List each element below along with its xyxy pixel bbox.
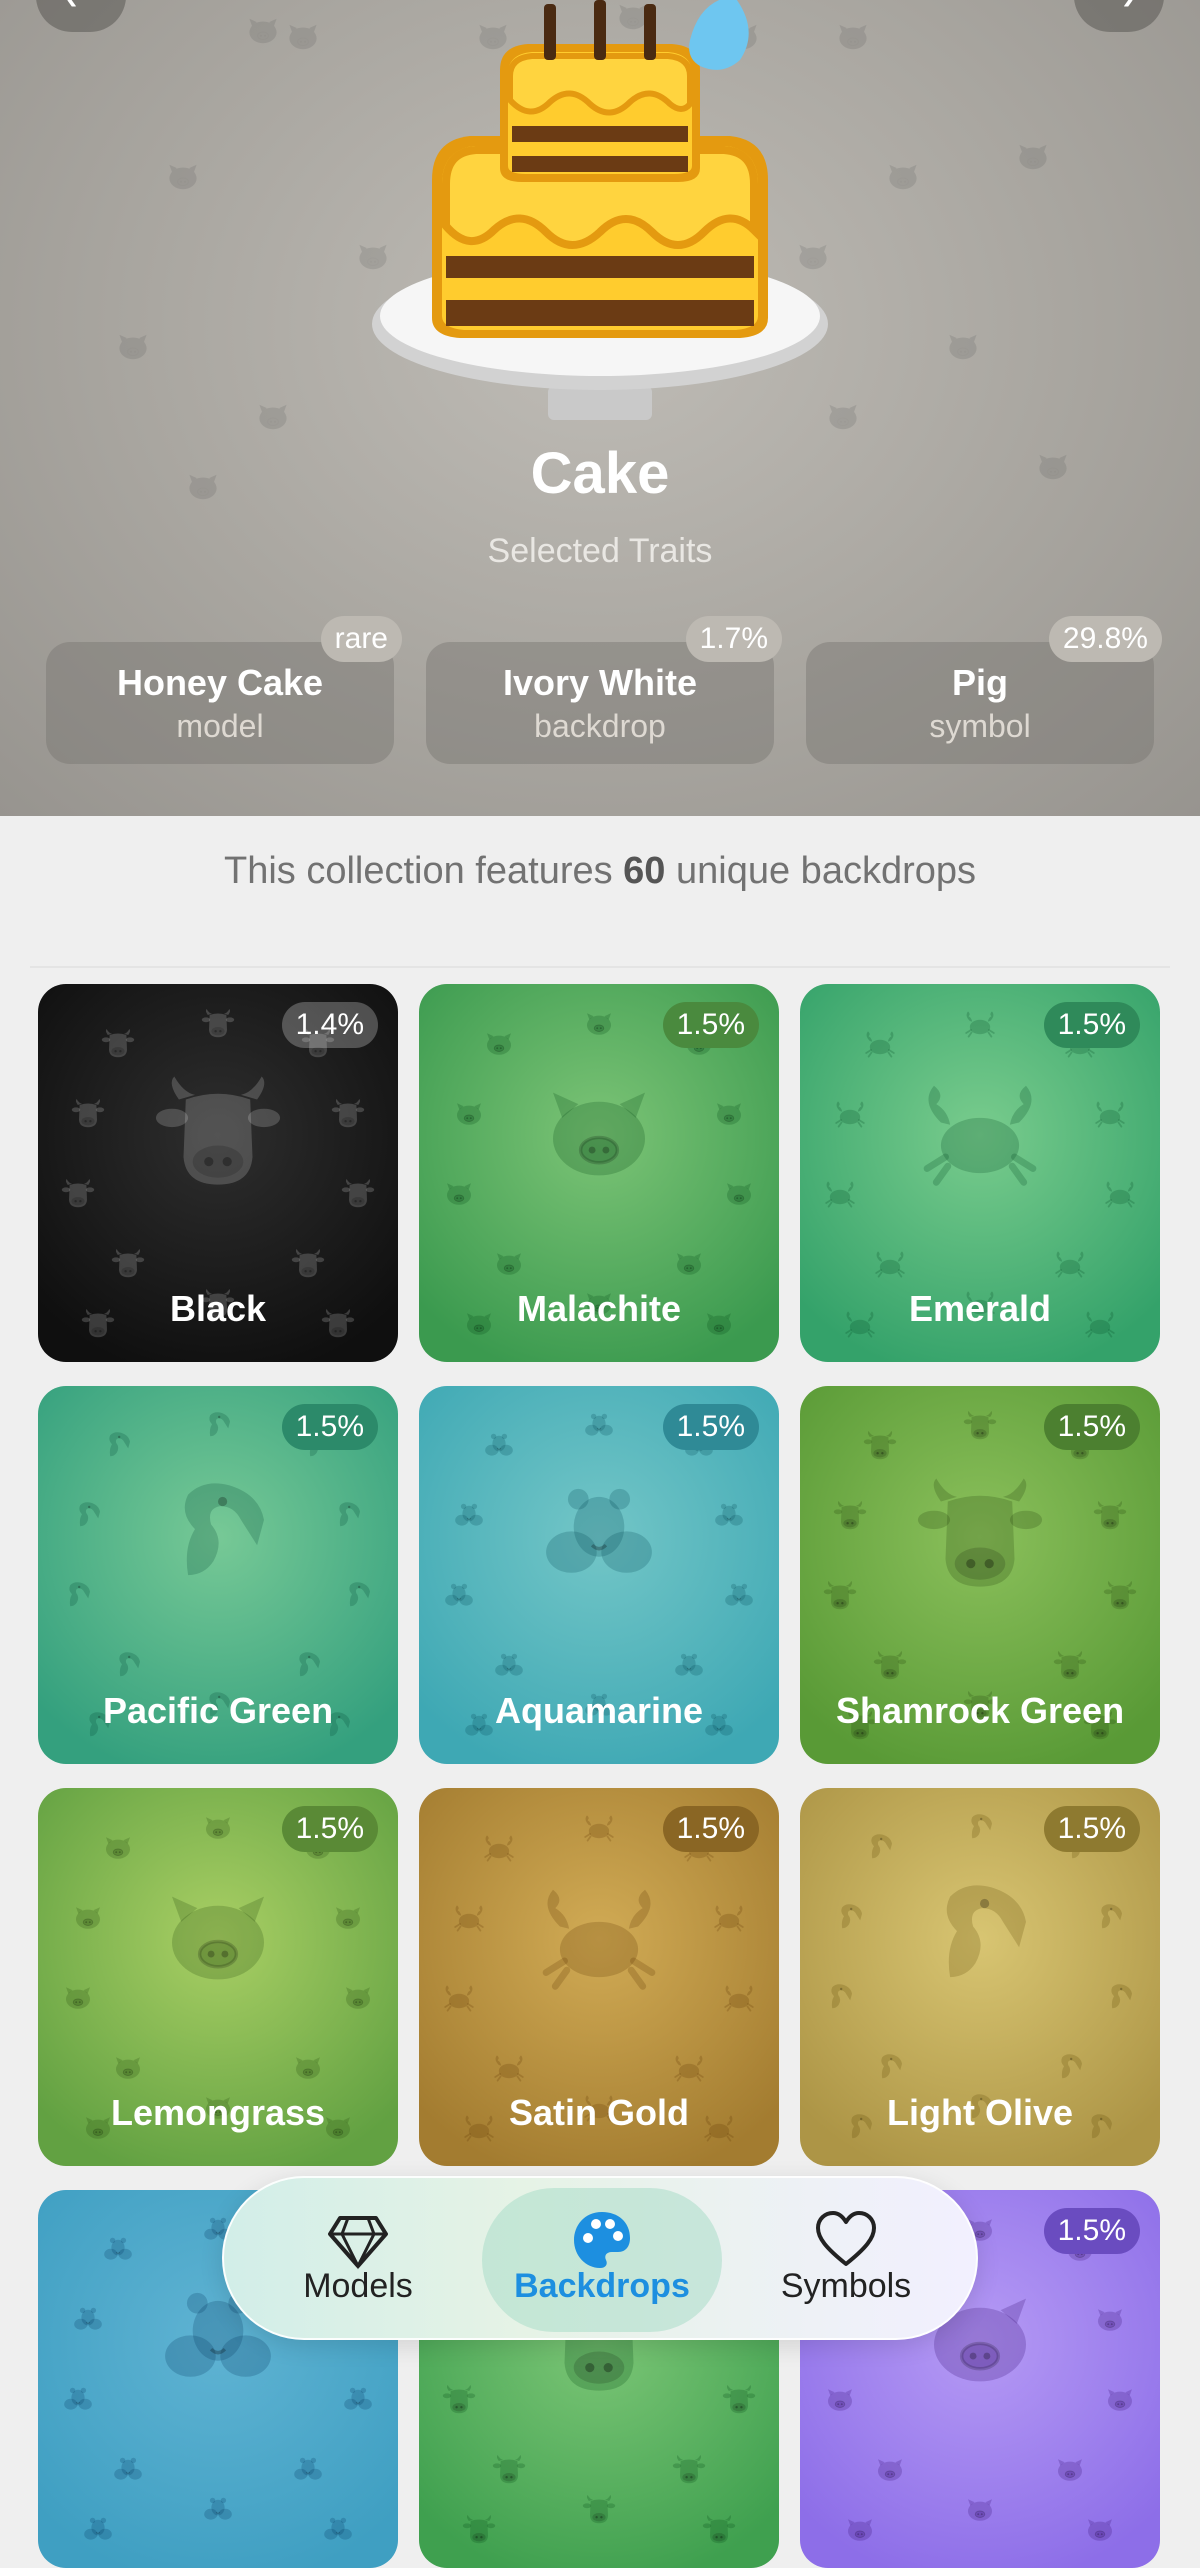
backdrop-tile[interactable]: 1.5% Pacific Green [38, 1386, 398, 1764]
backdrop-tile[interactable]: 1.4% Black [38, 984, 398, 1362]
tab-symbols[interactable]: Symbols [726, 2188, 966, 2332]
backdrop-tile[interactable]: 1.5% Aquamarine [419, 1386, 779, 1764]
pig-pattern-icon [889, 164, 917, 190]
honey-cake-icon [372, 0, 828, 420]
backdrop-name: Lemongrass [110, 2092, 326, 2133]
back-button[interactable]: ‹ [36, 0, 126, 32]
pig-pattern-icon [949, 334, 977, 360]
pig-pattern-icon [1019, 144, 1047, 170]
rarity-badge: 1.5% [662, 1404, 759, 1450]
backdrop-name: Shamrock Green [835, 1690, 1125, 1731]
tab-label: Backdrops [514, 2267, 690, 2305]
rarity-badge: 1.5% [1043, 2208, 1140, 2254]
trait-name: Honey Cake [116, 662, 324, 703]
trait-model[interactable]: Honey Cake model rare [46, 616, 402, 764]
selected-traits-label: Selected Traits [487, 532, 713, 570]
chevron-right-icon: › [1123, 0, 1134, 18]
tab-models[interactable]: Models [238, 2188, 478, 2332]
tab-label: Models [303, 2267, 413, 2305]
pig-pattern-icon [119, 334, 147, 360]
trait-name: Ivory White [502, 662, 698, 703]
rarity-badge: 1.7% [685, 616, 782, 662]
backdrop-name: Satin Gold [509, 2092, 689, 2133]
backdrop-name: Malachite [516, 1288, 682, 1329]
rarity-badge: 1.5% [662, 1806, 759, 1852]
trait-type: backdrop [534, 708, 666, 744]
backdrop-name: Black [169, 1288, 267, 1329]
palette-icon [574, 2212, 630, 2268]
rarity-badge: 1.5% [281, 1404, 378, 1450]
bottom-tab-bar: Models Backdrops Symbols [222, 2176, 978, 2340]
backdrop-name: Pacific Green [102, 1690, 334, 1731]
tab-label: Symbols [780, 2267, 912, 2305]
backdrop-name: Emerald [908, 1288, 1052, 1329]
pig-pattern-icon [289, 24, 317, 50]
collection-info: This collection features 60 unique backd… [30, 850, 1170, 968]
backdrop-tile[interactable]: 1.5% Lemongrass [38, 1788, 398, 2166]
rarity-badge: 1.5% [1043, 1404, 1140, 1450]
pig-pattern-icon [169, 164, 197, 190]
rarity-badge: 1.4% [281, 1002, 378, 1048]
backdrop-tile[interactable]: 1.5% Emerald [800, 984, 1160, 1362]
trait-type: symbol [929, 708, 1031, 744]
trait-type: model [176, 708, 264, 744]
rarity-badge: 1.5% [1043, 1002, 1140, 1048]
tab-backdrops[interactable]: Backdrops [482, 2188, 722, 2332]
backdrop-tile[interactable]: 1.5% Satin Gold [419, 1788, 779, 2166]
backdrop-tile[interactable]: 1.5% Light Olive [800, 1788, 1160, 2166]
rarity-badge: 1.5% [281, 1806, 378, 1852]
backdrop-tile[interactable]: 1.5% Shamrock Green [800, 1386, 1160, 1764]
backdrop-count: 60 [623, 850, 666, 892]
hero-header: ‹ › Cake Selected Traits Honey Cake mode… [0, 0, 1200, 816]
trait-backdrop[interactable]: Ivory White backdrop 1.7% [426, 616, 782, 764]
rarity-badge: 29.8% [1048, 616, 1162, 662]
info-prefix: This collection features [223, 850, 624, 892]
pig-pattern-icon [259, 404, 287, 430]
trait-name: Pig [951, 662, 1008, 703]
rarity-badge: rare [320, 616, 402, 662]
chevron-left-icon: ‹ [66, 0, 77, 18]
rarity-badge: 1.5% [662, 1002, 759, 1048]
diamond-icon [328, 2216, 388, 2270]
gift-title: Cake [530, 441, 670, 506]
info-suffix: unique backdrops [665, 850, 977, 892]
forward-button[interactable]: › [1074, 0, 1164, 32]
rarity-badge: 1.5% [1043, 1806, 1140, 1852]
backdrop-tile[interactable]: 1.5% Malachite [419, 984, 779, 1362]
backdrop-name: Light Olive [886, 2092, 1073, 2133]
heart-icon [816, 2211, 876, 2266]
trait-symbol[interactable]: Pig symbol 29.8% [806, 616, 1162, 764]
backdrop-name: Aquamarine [494, 1690, 704, 1731]
